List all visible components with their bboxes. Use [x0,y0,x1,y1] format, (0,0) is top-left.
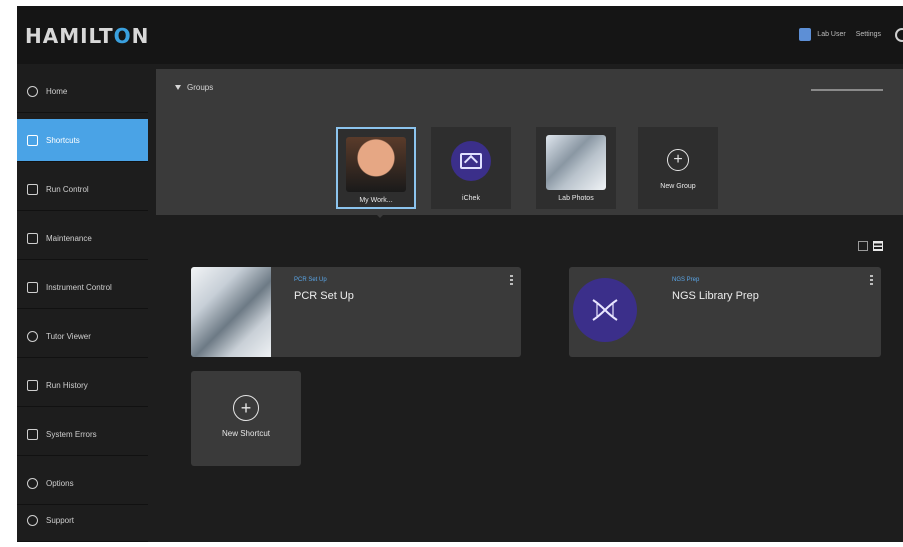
shortcut-card-pcr[interactable]: PCR Set Up PCR Set Up [191,267,521,357]
shortcut-category: NGS Prep [672,277,700,283]
monitor-icon [451,141,491,181]
main-content: Groups My Work... iChek Lab Photos + New… [156,69,903,542]
more-options-icon[interactable] [510,275,513,286]
sidebar-item-label: System Errors [46,429,97,439]
settings-icon[interactable] [895,28,903,42]
shortcut-title: PCR Set Up [294,290,354,302]
sidebar-item-instrument-control[interactable]: Instrument Control [17,266,148,309]
new-shortcut-label: New Shortcut [221,429,271,438]
sidebar-item-label: Shortcuts [46,135,80,145]
new-shortcut-button[interactable]: + New Shortcut [191,371,301,466]
user-icon [799,28,812,41]
user-name: Lab User [817,31,846,38]
add-icon: + [233,395,259,421]
group-tile-ichek[interactable]: iChek [431,127,511,209]
group-photo [346,137,406,192]
app-window: HAMILTON Lab User Settings Home Shortcut… [17,6,903,542]
home-icon [27,85,38,97]
top-bar: HAMILTON Lab User Settings [17,6,903,64]
shortcut-title: NGS Library Prep [672,290,759,302]
sidebar-item-home[interactable]: Home [17,70,148,113]
groups-header[interactable]: Groups [175,83,213,92]
group-tile-label: My Work... [359,197,393,204]
shortcut-card-ngs[interactable]: NGS Prep NGS Library Prep [569,267,881,357]
sidebar-item-tutor-viewer[interactable]: Tutor Viewer [17,315,148,358]
sidebar-item-system-errors[interactable]: System Errors [17,413,148,456]
new-group-tile[interactable]: + New Group [638,127,718,209]
shortcut-thumbnail [191,267,271,357]
view-toggle [858,241,883,251]
sidebar-item-label: Instrument Control [46,282,112,292]
sidebar-item-label: Maintenance [46,233,92,243]
group-tile-lab-photos[interactable]: Lab Photos [536,127,616,209]
support-icon [27,514,38,526]
settings-label: Settings [855,31,881,38]
header-user-area: Lab User Settings [799,28,881,41]
shortcuts-icon [27,134,38,146]
groups-panel: Groups My Work... iChek Lab Photos + New… [156,69,903,215]
add-icon: + [667,149,689,171]
group-tile-label: Lab Photos [558,195,594,202]
system-errors-icon [27,428,38,440]
settings-link[interactable]: Settings [856,31,881,38]
dna-icon [573,278,637,342]
sidebar-item-shortcuts[interactable]: Shortcuts [17,119,148,162]
hamilton-logo: HAMILTON [25,24,150,48]
run-history-icon [27,379,38,391]
groups-search-field[interactable] [811,89,883,91]
groups-title: Groups [187,83,214,92]
sidebar-item-label: Run Control [46,184,89,194]
sidebar: Home Shortcuts Run Control Maintenance I… [17,64,148,542]
chevron-down-icon [175,85,181,90]
user-menu[interactable]: Lab User [799,28,846,41]
sidebar-item-label: Home [46,86,68,96]
sidebar-item-maintenance[interactable]: Maintenance [17,217,148,260]
new-group-label: New Group [660,183,696,190]
instrument-control-icon [27,281,38,293]
sidebar-item-label: Support [46,515,75,525]
sidebar-item-run-control[interactable]: Run Control [17,168,148,211]
tutor-viewer-icon [27,330,38,342]
list-view-icon[interactable] [873,241,883,251]
sidebar-item-support[interactable]: Support [17,499,148,542]
group-photo [546,135,606,190]
panel-collapse-arrow-icon[interactable] [375,213,385,218]
more-options-icon[interactable] [870,275,873,286]
group-tile-my-work[interactable]: My Work... [336,127,416,209]
group-tile-label: iChek [462,195,480,202]
sidebar-item-label: Run History [46,380,88,390]
maintenance-icon [27,232,38,244]
run-control-icon [27,183,38,195]
shortcut-category: PCR Set Up [294,277,327,283]
grid-view-icon[interactable] [858,241,868,251]
sidebar-item-label: Tutor Viewer [46,331,91,341]
options-icon [27,477,38,489]
sidebar-item-run-history[interactable]: Run History [17,364,148,407]
sidebar-item-label: Options [46,478,74,488]
